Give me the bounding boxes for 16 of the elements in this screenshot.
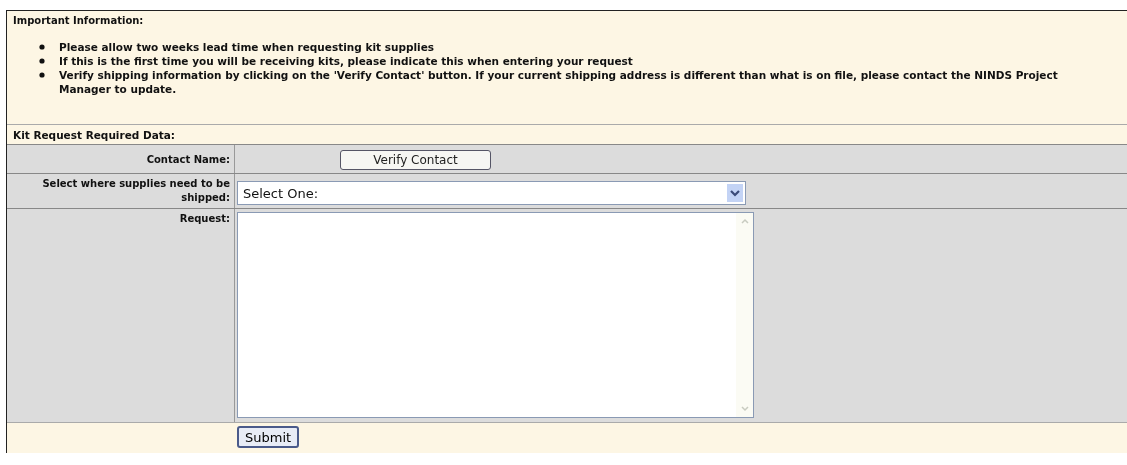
section-heading: Kit Request Required Data:	[13, 129, 176, 141]
info-list-item: Verify shipping information by clicking on the 'Verify Contact' button. If your current shipping address is different than what is on file, please contact the NINDS Project Manager to update.	[59, 68, 1059, 96]
verify-contact-button[interactable]: Verify Contact	[340, 150, 491, 170]
bullet-icon	[39, 72, 45, 78]
submit-button[interactable]: Submit	[237, 426, 300, 448]
bullet-icon	[39, 44, 45, 50]
info-list-item: Please allow two weeks lead time when requesting kit supplies	[59, 40, 435, 54]
field-label: Request:	[179, 213, 230, 224]
field-label: Select where supplies need to be shipped:	[42, 178, 230, 203]
section-heading: Important Information:	[13, 15, 145, 26]
shipping-dropdown[interactable]: Select One:	[237, 181, 746, 205]
bullet-icon	[39, 58, 45, 64]
scrollbar[interactable]	[736, 213, 753, 417]
request-text-area[interactable]	[237, 212, 754, 418]
info-list-item: If this is the first time you will be receiving kits, please indicate this when entering your request	[59, 54, 633, 68]
field-label: Contact Name:	[146, 154, 230, 165]
